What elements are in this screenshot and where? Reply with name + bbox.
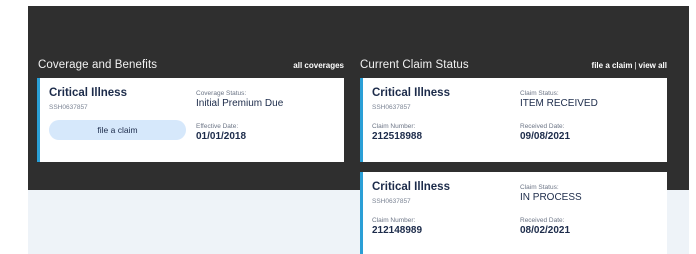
file-claim-link[interactable]: file a claim: [592, 61, 633, 70]
coverage-title: Coverage and Benefits: [38, 59, 158, 71]
claims-header: Current Claim Status file a claim | view a…: [360, 59, 667, 71]
received-date-value: 09/08/2021: [520, 131, 571, 142]
coverage-name: Critical Illness: [49, 87, 127, 99]
coverage-header: Coverage and Benefits all coverages: [38, 59, 344, 71]
coverage-policy-number: SSH0637857: [49, 104, 88, 111]
claim-name: Critical Illness: [372, 181, 450, 193]
claims-title: Current Claim Status: [360, 59, 469, 71]
claim-card[interactable]: Critical Illness SSH0637857 Claim Number…: [360, 78, 667, 162]
file-claim-button[interactable]: file a claim: [49, 120, 186, 140]
claim-card[interactable]: Critical Illness SSH0637857 Claim Number…: [360, 172, 667, 254]
claim-name: Critical Illness: [372, 87, 450, 99]
effective-date-label: Effective Date:: [196, 123, 239, 130]
received-date-label: Received Date:: [520, 123, 565, 130]
coverage-status-label: Coverage Status:: [196, 90, 247, 97]
claim-number-label: Claim Number:: [372, 217, 416, 224]
claim-status-value: IN PROCESS: [520, 192, 582, 203]
claim-status-label: Claim Status:: [520, 90, 559, 97]
claim-policy-number: SSH0637857: [372, 104, 411, 111]
link-separator: |: [634, 60, 637, 70]
received-date-label: Received Date:: [520, 217, 565, 224]
page: Coverage and Benefits all coverages Curr…: [0, 0, 696, 254]
claim-number-label: Claim Number:: [372, 123, 416, 130]
claim-status-value: ITEM RECEIVED: [520, 98, 598, 109]
coverage-card[interactable]: Critical Illness SSH0637857 file a claim…: [37, 78, 344, 162]
effective-date-value: 01/01/2018: [196, 131, 247, 142]
claim-number-value: 212518988: [372, 131, 423, 142]
claim-policy-number: SSH0637857: [372, 198, 411, 205]
claim-number-value: 212148989: [372, 225, 423, 236]
claims-links: file a claim | view all: [592, 61, 667, 70]
all-coverages-link[interactable]: all coverages: [293, 61, 344, 70]
received-date-value: 08/02/2021: [520, 225, 571, 236]
view-all-link[interactable]: view all: [639, 61, 667, 70]
claim-status-label: Claim Status:: [520, 184, 559, 191]
coverage-status-value: Initial Premium Due: [196, 98, 284, 109]
